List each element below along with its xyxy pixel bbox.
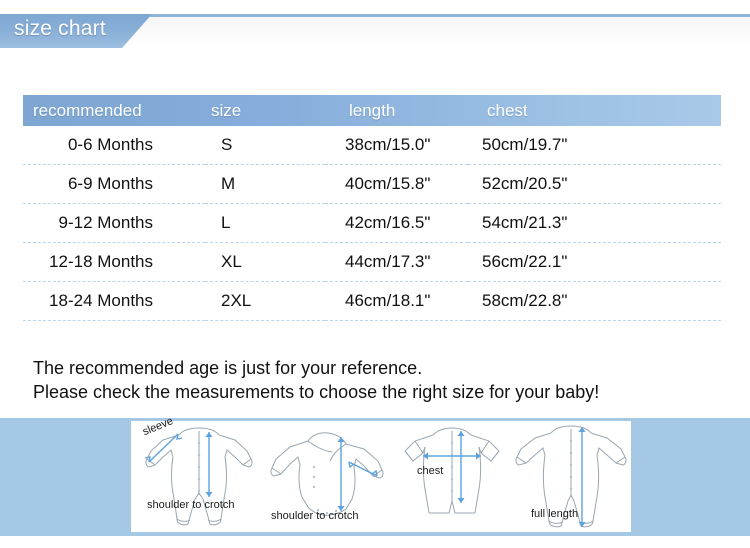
cell-length: 40cm/15.8" xyxy=(325,164,468,204)
cell-size: 2XL xyxy=(205,281,325,321)
page-title: size chart xyxy=(14,17,106,40)
cell-recommended: 9-12 Months xyxy=(23,203,205,243)
column-header-chest: chest xyxy=(487,100,528,120)
size-note: The recommended age is just for your ref… xyxy=(33,356,713,404)
table-row: 12-18 Months XL 44cm/17.3" 56cm/22.1" xyxy=(23,242,721,282)
cell-recommended: 0-6 Months xyxy=(23,126,205,165)
cell-size: S xyxy=(205,126,325,165)
cell-length: 42cm/16.5" xyxy=(325,203,468,243)
figure-long-sleeve-bodysuit: shoulder to crotch xyxy=(264,421,392,532)
cell-chest: 56cm/22.1" xyxy=(468,242,721,282)
size-chart-table: recommended size length chest 0-6 Months… xyxy=(23,95,721,321)
table-row: 6-9 Months M 40cm/15.8" 52cm/20.5" xyxy=(23,164,721,204)
cell-chest: 52cm/20.5" xyxy=(468,164,721,204)
label-shoulder-to-crotch: shoulder to crotch xyxy=(147,499,235,511)
column-header-length: length xyxy=(349,100,396,120)
table-row: 9-12 Months L 42cm/16.5" 54cm/21.3" xyxy=(23,203,721,243)
table-header-row: recommended size length chest xyxy=(23,95,721,126)
cell-recommended: 18-24 Months xyxy=(23,281,205,321)
cell-size: L xyxy=(205,203,325,243)
garment-icon-footed-romper xyxy=(144,427,253,526)
note-line-1: The recommended age is just for your ref… xyxy=(33,358,423,378)
cell-size: M xyxy=(205,164,325,204)
figure-long-sleeve-footed-romper-sleeve: sleeve shoulder to crotch xyxy=(133,415,265,532)
illustration-panel: sleeve shoulder to crotch shoulder to cr… xyxy=(131,415,631,532)
cell-recommended: 12-18 Months xyxy=(23,242,205,282)
figure-full-length-romper: full length xyxy=(509,421,629,532)
cell-chest: 54cm/21.3" xyxy=(468,203,721,243)
column-header-size: size xyxy=(211,100,242,120)
label-chest: chest xyxy=(417,465,444,477)
label-shoulder-to-crotch: shoulder to crotch xyxy=(271,510,359,522)
label-full-length: full length xyxy=(531,508,579,520)
cell-length: 44cm/17.3" xyxy=(325,242,468,282)
cell-length: 38cm/15.0" xyxy=(325,126,468,165)
cell-chest: 50cm/19.7" xyxy=(468,126,721,165)
cell-recommended: 6-9 Months xyxy=(23,164,205,204)
note-line-2: Please check the measurements to choose … xyxy=(33,382,600,402)
cell-size: XL xyxy=(205,242,325,282)
cell-chest: 58cm/22.8" xyxy=(468,281,721,321)
table-row: 0-6 Months S 38cm/15.0" 50cm/19.7" xyxy=(23,126,721,165)
garment-icon-short-sleeve-romper xyxy=(404,427,500,514)
figure-short-sleeve-romper: chest xyxy=(393,421,511,532)
column-header-recommended: recommended xyxy=(33,100,142,120)
table-row: 18-24 Months 2XL 46cm/18.1" 58cm/22.8" xyxy=(23,281,721,321)
cell-length: 46cm/18.1" xyxy=(325,281,468,321)
